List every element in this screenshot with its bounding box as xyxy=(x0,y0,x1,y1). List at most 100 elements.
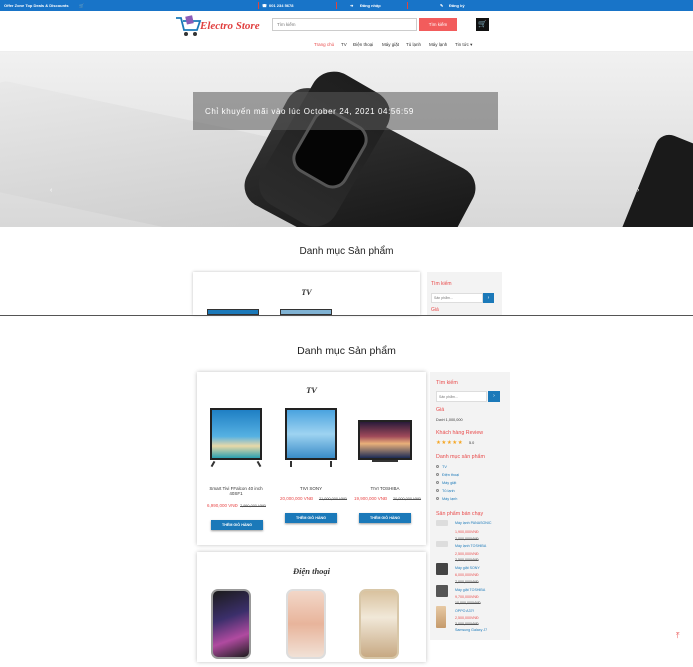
nav-item-aircon[interactable]: Máy lạnh xyxy=(429,42,447,47)
rating-stars-icon[interactable]: ★★★★★ xyxy=(436,440,463,446)
radio-icon xyxy=(436,497,439,500)
sidebar-price-title: Giá xyxy=(436,407,445,413)
bestseller-old-price: 2,500,000VNĐ xyxy=(455,558,479,562)
divider xyxy=(407,2,408,9)
tv-stand xyxy=(290,461,292,467)
bestseller-price: 6,000,000VNĐ xyxy=(455,573,479,577)
add-to-cart-button[interactable]: THÊM GIỎ HÀNG xyxy=(359,513,411,523)
login-icon[interactable]: ➜ xyxy=(350,3,353,8)
product-name[interactable]: Smart Tivi FFalcon 40 inch 40SF1 xyxy=(203,486,269,496)
sidebar-review-title: Khách hàng Review xyxy=(436,430,484,436)
bestseller-price: 2,500,000VNĐ xyxy=(455,616,479,620)
product-image[interactable] xyxy=(358,420,412,460)
bestseller-old-price: 3,000,000VNĐ xyxy=(455,622,479,626)
bestseller-name[interactable]: Máy lạnh PANASONIC xyxy=(455,521,491,525)
bestseller-old-price: 2,000,000VNĐ xyxy=(455,537,479,541)
bestseller-price: 9,700,000VNĐ xyxy=(455,595,479,599)
hero-phone-corner xyxy=(605,130,693,227)
nav-item-fridges[interactable]: Tủ lạnh xyxy=(406,42,421,47)
cart-button[interactable]: 🛒 xyxy=(476,18,489,31)
sidebar-search-title: Tìm kiếm xyxy=(431,281,452,287)
tv-stand xyxy=(330,461,332,467)
register-link[interactable]: Đăng ký xyxy=(449,3,465,8)
divider xyxy=(336,2,337,9)
bestseller-thumb[interactable] xyxy=(436,563,448,575)
sidebar-search-button[interactable]: › xyxy=(483,293,494,303)
product-old-price: 20,000,000 VNĐ xyxy=(392,497,422,501)
cart-icon: 🛒 xyxy=(478,21,487,28)
nav-item-washers[interactable]: Máy giặt xyxy=(382,42,399,47)
sidebar-search-input[interactable]: Sản phẩm... xyxy=(431,293,483,303)
nav-item-news[interactable]: Tin tức ▾ xyxy=(455,42,472,48)
sidebar-bestseller-title: Sản phẩm bán chạy xyxy=(436,511,484,517)
hero-carousel[interactable]: ‹ › xyxy=(0,52,693,227)
product-image[interactable] xyxy=(211,589,251,659)
section-title: Danh mục Sản phẩm xyxy=(299,246,394,257)
bestseller-price: 2,500,000VNĐ xyxy=(455,552,479,556)
register-icon[interactable]: ✎ xyxy=(440,3,443,8)
bestseller-thumb[interactable] xyxy=(436,585,448,597)
nav-item-phones[interactable]: Điện thoại xyxy=(353,42,373,47)
bestseller-name[interactable]: Máy giặt TOSHIBA xyxy=(455,588,485,592)
product-image[interactable] xyxy=(210,408,262,460)
product-price: 20,000,000 VNĐ xyxy=(280,496,314,501)
logo-text[interactable]: Electro Store xyxy=(200,20,260,32)
radio-icon xyxy=(436,489,439,492)
scroll-to-top-icon[interactable]: ⤒ xyxy=(676,631,680,641)
sidebar-categories-title: Danh mục sản phẩm xyxy=(436,454,485,460)
sidebar-search-button[interactable]: › xyxy=(488,391,500,402)
nav-item-home[interactable]: Trang chủ xyxy=(314,42,334,47)
phone-number: 001 234 5678 xyxy=(269,3,294,8)
category-item[interactable]: Điện thoại xyxy=(436,473,459,477)
product-image[interactable] xyxy=(359,589,399,659)
cart-icon[interactable]: 🛒 xyxy=(79,3,84,8)
category-item[interactable]: TV xyxy=(436,465,447,469)
tv-stand xyxy=(372,460,398,462)
product-image[interactable] xyxy=(286,589,326,659)
category-title: TV xyxy=(301,288,312,297)
top-bar: Offer Zone Top Deals & Discounts 🛒 ☎ 001… xyxy=(0,0,693,11)
add-to-cart-button[interactable]: THÊM GIỎ HÀNG xyxy=(211,520,263,530)
sidebar-search-title: Tìm kiếm xyxy=(436,380,458,386)
sidebar-partial: Tìm kiếm Sản phẩm... › Giá xyxy=(427,272,502,315)
divider xyxy=(258,2,259,9)
bestseller-name[interactable]: Máy giặt SONY xyxy=(455,566,480,570)
product-name[interactable]: TIVI SONY xyxy=(278,486,344,491)
promo-banner: Chỉ khuyến mãi vào lúc October 24, 2021 … xyxy=(193,92,498,130)
category-item[interactable]: Tủ lạnh xyxy=(436,489,455,493)
offer-text: Offer Zone Top Deals & Discounts xyxy=(4,3,69,8)
product-image[interactable] xyxy=(285,408,337,460)
add-to-cart-button[interactable]: THÊM GIỎ HÀNG xyxy=(285,513,337,523)
radio-icon xyxy=(436,473,439,476)
carousel-next-icon[interactable]: › xyxy=(637,187,639,194)
radio-icon xyxy=(436,465,439,468)
bestseller-name[interactable]: OPPO A37f xyxy=(455,609,474,613)
bestseller-thumb[interactable] xyxy=(436,541,448,547)
product-price: 19,900,000 VNĐ xyxy=(354,496,388,501)
main-nav: Trang chủ TV Điện thoại Máy giặt Tủ lạnh… xyxy=(0,38,693,52)
category-item[interactable]: Máy giặt xyxy=(436,481,456,485)
screenshot-divider xyxy=(0,315,693,316)
search-input[interactable]: Tìm kiếm xyxy=(272,18,417,31)
product-old-price: 7,990,000 VNĐ xyxy=(240,504,266,508)
bestseller-name[interactable]: Samsung Galaxy J7 xyxy=(455,628,487,632)
bestseller-price: 1,900,000VNĐ xyxy=(455,530,479,534)
bestseller-thumb[interactable] xyxy=(436,520,448,526)
category-title: Điện thoại xyxy=(292,566,331,576)
bestseller-thumb[interactable] xyxy=(436,606,446,628)
category-item[interactable]: Máy lạnh xyxy=(436,497,457,501)
nav-item-tv[interactable]: TV xyxy=(341,42,347,47)
rating-value: 5.0 xyxy=(469,441,475,445)
login-link[interactable]: Đăng nhập xyxy=(360,3,381,8)
price-filter-option[interactable]: Dưới 1,000,000 xyxy=(436,418,463,422)
nav-item-news-label: Tin tức xyxy=(455,42,469,47)
carousel-prev-icon[interactable]: ‹ xyxy=(50,187,52,194)
category-title: TV xyxy=(306,385,317,395)
section-title: Danh mục Sản phẩm xyxy=(297,345,396,357)
product-name[interactable]: TIVI TOSHIBA xyxy=(352,486,418,491)
search-button[interactable]: Tìm kiếm xyxy=(419,18,457,31)
sidebar-search-input[interactable]: Sản phẩm... xyxy=(436,391,487,402)
bestseller-old-price: 10,000,000VNĐ xyxy=(455,601,481,605)
bestseller-old-price: 7,000,000VNĐ xyxy=(455,580,479,584)
bestseller-name[interactable]: Máy lạnh TOSHIBA xyxy=(455,544,486,548)
